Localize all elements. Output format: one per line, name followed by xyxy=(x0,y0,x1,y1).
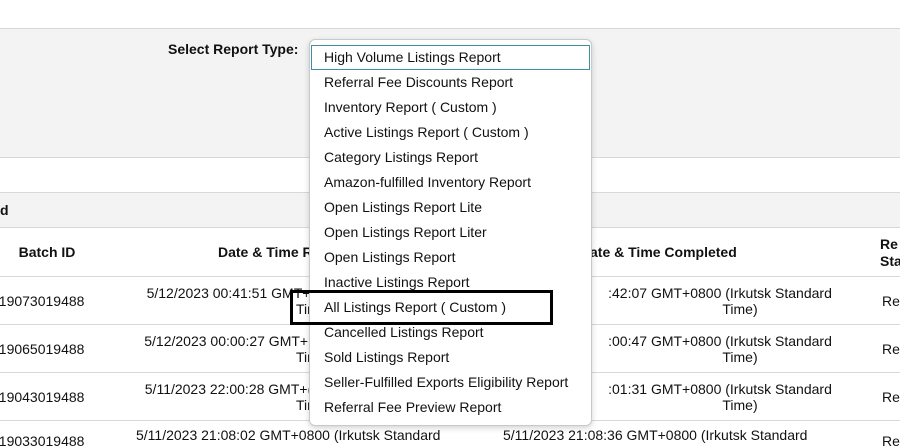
date-requested-text-line2: Time) xyxy=(136,349,331,365)
dropdown-option[interactable]: Referral Fee Preview Report xyxy=(310,395,591,420)
dropdown-option[interactable]: Open Listings Report xyxy=(310,245,591,270)
column-header-status-line1: Re xyxy=(880,236,898,252)
batch-id-cell: 619033019488 xyxy=(0,433,85,446)
date-requested-cell: 5/11/2023 21:08:02 GMT+0800 (Irkutsk Sta… xyxy=(136,427,466,443)
dropdown-option[interactable]: Active Listings Report ( Custom ) xyxy=(310,120,591,145)
column-header-batch-id[interactable]: Batch ID xyxy=(0,244,94,261)
dropdown-option[interactable]: Amazon-fulfilled Inventory Report xyxy=(310,170,591,195)
report-type-label: Select Report Type: xyxy=(168,41,299,57)
date-completed-cell: 5/11/2023 21:08:36 GMT+0800 (Irkutsk Sta… xyxy=(503,427,853,443)
dropdown-option[interactable]: Inventory Report ( Custom ) xyxy=(310,95,591,120)
date-requested-text: 5/12/2023 00:00:27 GMT+( xyxy=(144,333,313,349)
column-header-date-completed[interactable]: ate & Time Completed xyxy=(590,244,760,261)
dropdown-option[interactable]: Open Listings Report Lite xyxy=(310,195,591,220)
top-strip xyxy=(0,0,900,29)
date-requested-text-line2: Time) xyxy=(136,397,331,413)
dropdown-option[interactable]: Referral Fee Discounts Report xyxy=(310,70,591,95)
date-requested-text: 5/11/2023 22:00:28 GMT+( xyxy=(144,381,313,397)
dropdown-option[interactable]: Sold Listings Report xyxy=(310,345,591,370)
batch-id-cell: 619065019488 xyxy=(0,341,85,357)
status-cell: Re xyxy=(882,293,900,309)
status-cell: Re xyxy=(882,389,900,405)
column-header-status[interactable]: Re Sta xyxy=(860,236,900,270)
date-requested-text: 5/12/2023 00:41:51 GMT+ xyxy=(146,285,311,301)
dropdown-option[interactable]: Seller-Fulfilled Exports Eligibility Rep… xyxy=(310,370,591,395)
column-header-status-line2: Sta xyxy=(880,253,900,269)
date-requested-cell: 5/12/2023 00:41:51 GMT+ Time xyxy=(136,285,327,317)
dropdown-option[interactable]: Cancelled Listings Report xyxy=(310,320,591,345)
date-requested-cell: 5/12/2023 00:00:27 GMT+( Time) xyxy=(136,333,331,365)
date-requested-cell: 5/11/2023 22:00:28 GMT+( Time) xyxy=(136,381,332,413)
column-header-date-requested[interactable]: Date & Time R xyxy=(120,244,320,261)
dropdown-option[interactable]: Category Listings Report xyxy=(310,145,591,170)
report-type-dropdown-list[interactable]: High Volume Listings Report Referral Fee… xyxy=(309,39,592,426)
dropdown-option-selected[interactable]: High Volume Listings Report xyxy=(311,45,590,70)
dropdown-option[interactable]: Inactive Listings Report xyxy=(310,270,591,295)
date-completed-text: 5/11/2023 21:08:36 GMT+0800 (Irkutsk Sta… xyxy=(503,427,808,443)
batch-id-cell: 619073019488 xyxy=(0,293,85,309)
date-requested-text: 5/11/2023 21:08:02 GMT+0800 (Irkutsk Sta… xyxy=(136,427,441,443)
status-cell: Re xyxy=(882,341,900,357)
date-requested-text-line2: Time xyxy=(136,301,327,317)
section-title: d xyxy=(0,202,9,218)
status-cell: Re xyxy=(882,433,900,446)
dropdown-option-all-listings-custom[interactable]: All Listings Report ( Custom ) xyxy=(310,295,591,320)
dropdown-option[interactable]: Open Listings Report Liter xyxy=(310,220,591,245)
batch-id-cell: 619043019488 xyxy=(0,389,85,405)
